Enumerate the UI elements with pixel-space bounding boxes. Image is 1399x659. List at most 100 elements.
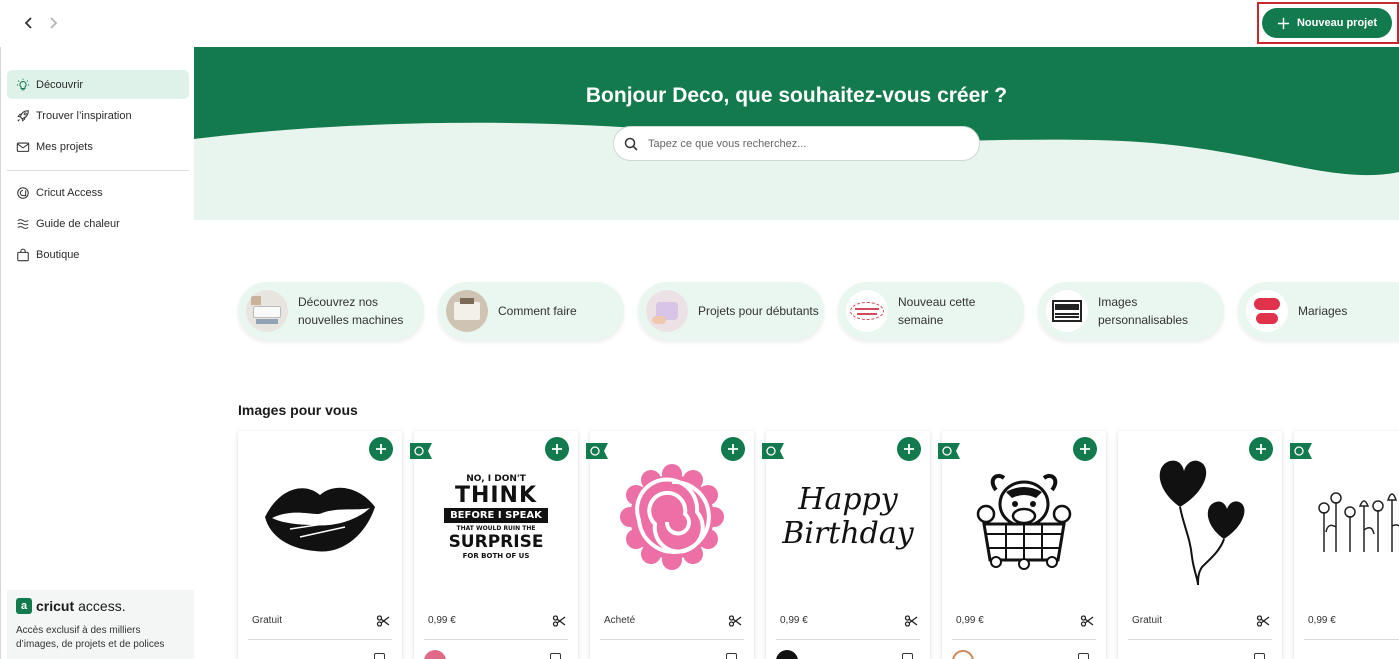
category-label: Images personnalisables bbox=[1098, 295, 1189, 327]
cricut-access-promo[interactable]: a cricut access. Accès exclusif à des mil… bbox=[7, 590, 195, 659]
card-divider bbox=[952, 639, 1096, 640]
how-to-thumbnail bbox=[446, 290, 488, 332]
card-divider bbox=[600, 639, 744, 640]
sidebar-item-cricut-access[interactable]: Cricut Access bbox=[7, 178, 189, 207]
price-label: 0,99 € bbox=[780, 615, 808, 626]
heat-waves-icon bbox=[15, 216, 30, 231]
new-project-label: Nouveau projet bbox=[1296, 17, 1378, 29]
birthday-line-1: Happy bbox=[798, 482, 898, 517]
select-checkbox[interactable] bbox=[726, 653, 737, 659]
hero-title: Bonjour Deco, que souhaitez-vous créer ? bbox=[585, 84, 1008, 107]
cut-scissors-icon bbox=[376, 615, 390, 627]
sidebar-item-label: Boutique bbox=[36, 248, 80, 261]
chevron-right-icon bbox=[50, 17, 58, 29]
cricut-logo-icon: a bbox=[16, 598, 32, 614]
image-card[interactable]: NO, I DON'T THINK BEFORE I SPEAK THAT WO… bbox=[410, 431, 578, 659]
brand-name: cricut bbox=[36, 598, 75, 614]
main-content: Bonjour Deco, que souhaitez-vous créer ?… bbox=[194, 47, 1399, 659]
lightbulb-icon bbox=[15, 77, 30, 92]
category-nouveau-semaine[interactable]: Nouveau cette semaine bbox=[838, 282, 1024, 340]
category-images-personnalisables[interactable]: Images personnalisables bbox=[1038, 282, 1224, 340]
new-project-button[interactable]: Nouveau projet bbox=[1262, 8, 1392, 38]
image-card[interactable]: Acheté bbox=[586, 431, 754, 659]
select-checkbox[interactable] bbox=[1078, 653, 1089, 659]
category-projets-debutants[interactable]: Projets pour débutants bbox=[638, 282, 824, 340]
card-divider bbox=[776, 639, 920, 640]
sidebar-item-decouvrir[interactable]: Découvrir bbox=[7, 70, 189, 99]
image-card[interactable]: Gratuit bbox=[238, 431, 402, 659]
select-checkbox[interactable] bbox=[550, 653, 561, 659]
envelope-icon bbox=[15, 139, 30, 154]
plus-icon bbox=[552, 444, 562, 454]
image-card[interactable]: Happy Birthday 0,99 € bbox=[762, 431, 930, 659]
category-label: Projets pour débutants bbox=[698, 304, 819, 318]
card-divider bbox=[424, 639, 568, 640]
search-bar[interactable] bbox=[613, 126, 980, 161]
sidebar-item-label: Trouver l’inspiration bbox=[36, 109, 132, 122]
sidebar-item-label: Cricut Access bbox=[36, 186, 103, 199]
category-mariages[interactable]: Mariages bbox=[1238, 282, 1399, 340]
plus-icon bbox=[728, 444, 738, 454]
search-input[interactable] bbox=[648, 137, 948, 150]
search-icon bbox=[624, 137, 638, 151]
designer-avatar bbox=[424, 650, 446, 659]
cut-scissors-icon bbox=[728, 615, 742, 627]
select-checkbox[interactable] bbox=[374, 653, 385, 659]
cut-scissors-icon bbox=[1080, 615, 1094, 627]
weddings-thumbnail bbox=[1246, 290, 1288, 332]
access-promo-text: Accès exclusif à des milliers d’images, … bbox=[16, 625, 165, 650]
cricut-access-logo: a cricut access. bbox=[16, 598, 186, 614]
image-card[interactable]: 0,99 € bbox=[938, 431, 1106, 659]
card-divider bbox=[1128, 639, 1272, 640]
add-image-button[interactable] bbox=[721, 437, 745, 461]
wildflowers-image bbox=[1294, 431, 1399, 603]
price-label: 0,99 € bbox=[428, 615, 456, 626]
price-label: 0,99 € bbox=[956, 615, 984, 626]
shopping-bag-icon bbox=[15, 247, 30, 262]
image-card[interactable]: 0,99 € bbox=[1290, 431, 1399, 659]
select-checkbox[interactable] bbox=[1254, 653, 1265, 659]
cut-scissors-icon bbox=[1256, 615, 1270, 627]
brand-suffix: access. bbox=[78, 598, 126, 614]
plus-icon bbox=[376, 444, 386, 454]
chevron-left-icon bbox=[24, 17, 32, 29]
add-image-button[interactable] bbox=[1249, 437, 1273, 461]
quote-line-4: THAT WOULD RUIN THE bbox=[456, 525, 536, 532]
category-label: Mariages bbox=[1298, 304, 1348, 318]
top-bar: Nouveau projet bbox=[0, 0, 1399, 47]
category-nouvelles-machines[interactable]: Découvrez nos nouvelles machines bbox=[238, 282, 424, 340]
forward-button[interactable] bbox=[42, 12, 64, 34]
quote-line-2: THINK bbox=[454, 483, 538, 508]
category-comment-faire[interactable]: Comment faire bbox=[438, 282, 624, 340]
add-image-button[interactable] bbox=[545, 437, 569, 461]
beginner-projects-thumbnail bbox=[646, 290, 688, 332]
sidebar-item-mes-projets[interactable]: Mes projets bbox=[7, 132, 189, 161]
image-card[interactable]: Gratuit bbox=[1118, 431, 1282, 659]
quote-line-3: BEFORE I SPEAK bbox=[444, 508, 548, 523]
sidebar-item-boutique[interactable]: Boutique bbox=[7, 240, 189, 269]
category-label: Nouveau cette semaine bbox=[898, 295, 976, 327]
designer-avatar bbox=[776, 650, 798, 659]
rocket-icon bbox=[15, 108, 30, 123]
images-section-title: Images pour vous bbox=[238, 402, 358, 418]
category-label: Découvrez nos nouvelles machines bbox=[298, 295, 404, 327]
machines-thumbnail bbox=[246, 290, 288, 332]
plus-icon bbox=[1256, 444, 1266, 454]
back-button[interactable] bbox=[18, 12, 40, 34]
cricut-design-space-home: Nouveau projet Découvrir Trouver l’inspi… bbox=[0, 0, 1399, 659]
add-image-button[interactable] bbox=[897, 437, 921, 461]
quote-line-6: FOR BOTH OF US bbox=[462, 552, 530, 560]
sidebar-item-inspiration[interactable]: Trouver l’inspiration bbox=[7, 101, 189, 130]
price-label: Acheté bbox=[604, 615, 636, 626]
card-divider bbox=[1304, 639, 1399, 640]
category-label: Comment faire bbox=[498, 304, 577, 318]
sidebar-item-label: Découvrir bbox=[36, 78, 84, 91]
add-image-button[interactable] bbox=[1073, 437, 1097, 461]
plus-icon bbox=[1277, 17, 1290, 29]
sidebar-item-label: Mes projets bbox=[36, 140, 93, 153]
add-image-button[interactable] bbox=[369, 437, 393, 461]
price-label: 0,99 € bbox=[1308, 615, 1336, 626]
select-checkbox[interactable] bbox=[902, 653, 913, 659]
sidebar-item-guide-chaleur[interactable]: Guide de chaleur bbox=[7, 209, 189, 238]
plus-icon bbox=[1080, 444, 1090, 454]
